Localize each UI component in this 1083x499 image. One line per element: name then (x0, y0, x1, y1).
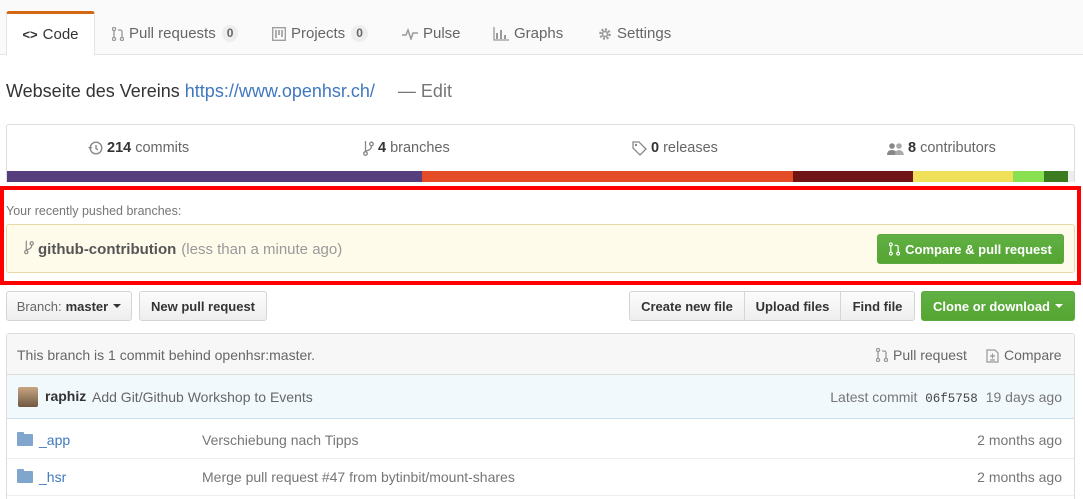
file-age: 2 months ago (977, 432, 1062, 448)
tab-graphs[interactable]: Graphs (493, 11, 563, 56)
releases-link[interactable]: 0 releases (632, 140, 718, 156)
commit-age: 19 days ago (985, 389, 1062, 405)
commit-message[interactable]: Add Git/Github Workshop to Events (92, 389, 313, 405)
graph-icon (493, 26, 509, 41)
branch-select-menu[interactable]: Branch: master (6, 291, 132, 321)
pull-request-icon (889, 242, 901, 256)
tab-label: Graphs (514, 25, 564, 42)
tab-label: Code (42, 26, 79, 43)
commit-sha[interactable]: 06f5758 (925, 392, 978, 406)
latest-commit: raphiz Add Git/Github Workshop to Events… (7, 375, 1074, 419)
latest-prefix: Latest commit (830, 389, 918, 405)
compare-link[interactable]: Compare (986, 347, 1062, 363)
language-segment[interactable] (422, 171, 794, 182)
history-icon (88, 141, 103, 155)
compare-pull-request-button[interactable]: Compare & pull request (877, 234, 1064, 264)
contributors-link[interactable]: 8 contributors (887, 140, 996, 156)
tab-label: Pulse (423, 25, 461, 42)
tab-settings[interactable]: Settings (598, 11, 671, 56)
branch-icon (363, 140, 374, 156)
contributors-label: contributors (920, 140, 996, 156)
file-name[interactable]: _hsr (17, 469, 66, 485)
tab-projects[interactable]: Projects 0 (272, 11, 368, 56)
language-segment[interactable] (1044, 171, 1068, 182)
behind-message: This branch is 1 commit behind openhsr:m… (17, 347, 316, 363)
people-icon (887, 142, 904, 155)
language-segment[interactable] (793, 171, 913, 182)
branch-icon (24, 240, 34, 259)
folder-icon (17, 432, 33, 446)
branches-label: branches (390, 140, 450, 156)
tab-label: Projects (291, 25, 346, 42)
language-bar[interactable] (7, 171, 1074, 182)
pushed-time: (less than a minute ago) (181, 241, 343, 258)
file-listing: This branch is 1 commit behind openhsr:m… (6, 333, 1075, 499)
tag-icon (632, 140, 647, 156)
clone-or-download-button[interactable]: Clone or download (921, 291, 1075, 321)
pull-request-link[interactable]: Pull request (876, 347, 967, 363)
commit-author[interactable]: raphiz (45, 388, 86, 404)
pull-request-label: Pull request (893, 347, 967, 363)
project-icon (272, 26, 286, 41)
tab-pulse[interactable]: Pulse (402, 11, 461, 56)
count-badge: 0 (221, 25, 239, 42)
releases-label: releases (663, 140, 718, 156)
recently-pushed-label: Your recently pushed branches: (6, 204, 182, 218)
contributors-count: 8 (908, 140, 917, 156)
repo-nav: <> Code Pull requests 0 Projects 0 Pulse… (0, 0, 1083, 56)
commits-link[interactable]: 214 commits (88, 140, 189, 156)
recently-pushed-branch: github-contribution (less than a minute … (6, 224, 1075, 273)
avatar[interactable] (18, 387, 38, 407)
caret-down-icon (113, 304, 122, 308)
file-name-text: _hsr (39, 469, 67, 485)
create-new-file-button[interactable]: Create new file (629, 291, 745, 321)
pushed-branch-info: github-contribution (less than a minute … (24, 240, 342, 259)
branch-name: master (65, 298, 109, 314)
commits-label: commits (135, 140, 190, 156)
branches-link[interactable]: 4 branches (363, 140, 450, 156)
tab-label: Settings (617, 25, 672, 42)
branch-status-bar: This branch is 1 commit behind openhsr:m… (7, 334, 1074, 375)
tab-code[interactable]: <> Code (6, 11, 95, 56)
diff-icon (986, 348, 999, 363)
pushed-branch-name[interactable]: github-contribution (38, 241, 176, 258)
language-segment[interactable] (912, 171, 1014, 182)
file-commit-message[interactable]: Verschiebung nach Tipps (202, 432, 358, 448)
new-pull-request-button[interactable]: New pull request (139, 291, 267, 321)
pulse-icon (402, 27, 418, 40)
language-segment[interactable] (7, 171, 423, 182)
branches-count: 4 (378, 140, 387, 156)
file-name[interactable]: _app (17, 432, 70, 448)
tab-pull-requests[interactable]: Pull requests 0 (112, 11, 239, 56)
latest-commit-info: Latest commit 06f5758 19 days ago (830, 389, 1062, 406)
compare-label: Compare & pull request (905, 241, 1052, 257)
language-segment[interactable] (1067, 171, 1074, 182)
branch-prefix: Branch: (16, 298, 62, 314)
file-name-text: _app (39, 432, 71, 448)
find-file-button[interactable]: Find file (840, 291, 915, 321)
compare-label: Compare (1004, 347, 1062, 363)
upload-files-button[interactable]: Upload files (744, 291, 841, 321)
website-link[interactable]: https://www.openhsr.ch/ (185, 81, 375, 101)
code-icon: <> (22, 27, 38, 42)
folder-icon (17, 469, 33, 483)
edit-link[interactable]: — Edit (398, 81, 452, 101)
caret-down-icon (1055, 304, 1063, 308)
pull-request-icon (876, 348, 888, 362)
commits-count: 214 (107, 140, 132, 156)
description-text: Webseite des Vereins (6, 81, 180, 101)
clone-label: Clone or download (933, 298, 1050, 314)
language-segment[interactable] (1013, 171, 1045, 182)
numbers-summary: 214 commits 4 branches 0 releases 8 cont… (6, 124, 1075, 182)
count-badge: 0 (351, 25, 368, 42)
releases-count: 0 (651, 140, 660, 156)
tab-label: Pull requests (129, 25, 216, 42)
gear-icon (598, 27, 612, 41)
file-age: 2 months ago (977, 469, 1062, 485)
file-row: _app Verschiebung nach Tipps 2 months ag… (7, 422, 1074, 459)
file-row: _hsr Merge pull request #47 from bytinbi… (7, 459, 1074, 496)
repo-description: Webseite des Vereins https://www.openhsr… (6, 81, 452, 102)
file-commit-message[interactable]: Merge pull request #47 from bytinbit/mou… (202, 469, 515, 485)
pull-request-icon (112, 26, 124, 41)
